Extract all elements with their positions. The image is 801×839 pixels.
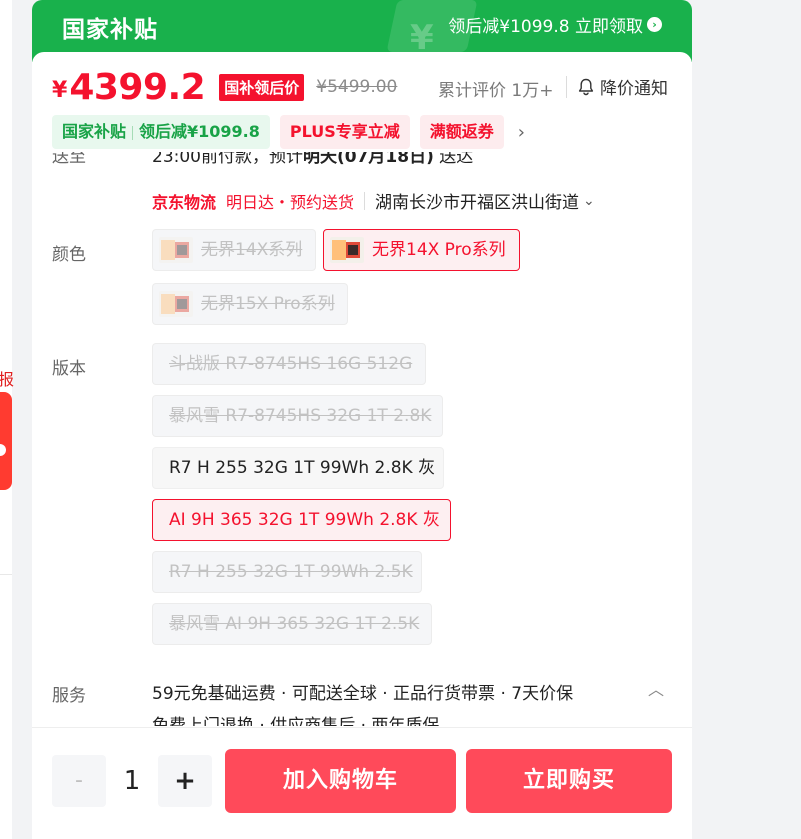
bell-icon [578,78,594,95]
chevron-down-icon: ⌄ [583,192,595,209]
jd-logistics-label: 京东物流 [152,192,217,212]
review-count-link[interactable]: 累计评价 1万+ [438,76,553,101]
next-day-delivery-label: 明日达・预约送货 [226,192,355,212]
buy-now-button[interactable]: 立即购买 [466,749,672,813]
quantity-input[interactable]: 1 [112,755,152,807]
divider [566,76,567,98]
current-price: 4399.2 [69,66,206,108]
claim-subsidy-text: 领后减¥1099.8 立即领取 [448,17,643,37]
add-to-cart-button[interactable]: 加入购物车 [225,749,456,813]
divider [364,191,366,210]
version-option[interactable]: 暴风雪 AI 9H 365 32G 1T 2.5K [152,603,432,645]
promo-tags: 国家补贴 领后减¥1099.8 PLUS专享立减 满额返券 › [52,115,525,149]
delivery-label: 送至 [52,152,86,167]
version-option[interactable]: 斗战版 R7-8745HS 16G 512G [152,343,426,385]
currency-symbol: ¥ [52,77,68,103]
price-card: ¥ 4399.2 国补领后价 ¥5499.00 累计评价 1万+ 降价通知 国家… [32,52,692,158]
delivery-address: 湖南长沙市开福区洪山街道 [375,193,580,213]
chevron-up-icon[interactable]: ︿ [648,676,664,700]
purchase-footer: - 1 + 加入购物车 立即购买 [32,727,692,839]
product-thumbnail [330,237,364,263]
version-option[interactable]: R7 H 255 32G 1T 99Wh 2.5K [152,551,422,593]
left-floating-badge[interactable] [0,392,12,490]
color-label: 颜色 [52,245,86,265]
color-option-label: 无界14X系列 [201,240,303,260]
left-partial-label: 报 [0,370,15,389]
banner-title: 国家补贴 [62,17,158,43]
version-option[interactable]: R7 H 255 32G 1T 99Wh 2.8K 灰 [152,447,444,489]
subsidy-price-tag: 国补领后价 [219,73,305,101]
chevron-right-circle-icon: › [647,17,662,32]
plus-discount-tag[interactable]: PLUS专享立减 [279,115,410,149]
chevron-right-icon[interactable]: › [518,122,525,143]
color-option-selected[interactable]: 无界14X Pro系列 [323,229,520,271]
service-label: 服务 [52,686,86,706]
tag-divider [132,125,134,140]
version-label: 版本 [52,359,86,379]
quantity-decrease-button[interactable]: - [52,755,106,807]
left-side-card [0,512,12,575]
color-option[interactable]: 无界14X系列 [152,229,316,271]
version-option-selected[interactable]: AI 9H 365 32G 1T 99Wh 2.8K 灰 [152,499,451,541]
original-price: ¥5499.00 [316,77,398,97]
delivery-estimate: 23:00前付款，预计明天(07月18日) 送达 [152,152,474,167]
version-option[interactable]: 暴风雪 R7-8745HS 32G 1T 2.8K [152,395,443,437]
color-option-label: 无界14X Pro系列 [372,240,506,260]
service-list-line: 59元免基础运费 · 可配送全球 · 正品行货带票 · 7天价保 [152,684,574,704]
subsidy-tag-main: 国家补贴 [62,122,127,141]
quantity-increase-button[interactable]: + [158,755,212,807]
notify-label: 降价通知 [600,79,668,99]
product-thumbnail [159,237,193,263]
product-purchase-panel: 国家补贴 ¥ 领后减¥1099.8 立即领取 › ¥ 4399.2 国补领后价 … [32,0,692,839]
price-drop-notify-button[interactable]: 降价通知 [578,74,668,99]
price-row: ¥ 4399.2 国补领后价 ¥5499.00 [52,66,397,108]
color-option-label: 无界15X Pro系列 [201,294,335,314]
color-option[interactable]: 无界15X Pro系列 [152,283,348,325]
address-selector[interactable]: 湖南长沙市开福区洪山街道 ⌄ [375,188,595,214]
rebate-coupon-tag[interactable]: 满额返券 [419,115,504,149]
delivery-estimate-row: 送至 23:00前付款，预计明天(07月18日) 送达 [52,152,692,182]
subsidy-tag-sub: 领后减¥1099.8 [139,122,260,141]
product-thumbnail [159,291,193,317]
subsidy-promo-tag[interactable]: 国家补贴 领后减¥1099.8 [52,115,270,149]
logistics-row: 京东物流 明日达・预约送货 湖南长沙市开福区洪山街道 ⌄ [152,188,595,213]
service-list-line: 免费上门退换 · 供应商售后 · 两年质保 [152,716,440,726]
claim-subsidy-link[interactable]: 领后减¥1099.8 立即领取 › [448,12,662,37]
